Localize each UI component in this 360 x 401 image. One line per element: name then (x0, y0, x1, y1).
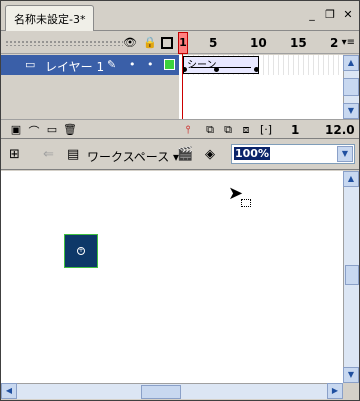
panel-grip[interactable] (5, 40, 123, 46)
scroll-right-button[interactable]: ▶ (327, 383, 343, 399)
keyframe[interactable] (254, 67, 259, 72)
scroll-down-button[interactable]: ▼ (343, 103, 359, 119)
scroll-thumb[interactable] (343, 78, 359, 96)
document-tab[interactable]: 名称未設定-3* (5, 5, 95, 31)
timeline-bottom-bar: ▣ ⌒ ▭ 🗑 ⫯ ⧉ ⧉ ⧈ [·] 1 12.0 (1, 119, 359, 139)
edit-scene-icon[interactable]: 🎬 (177, 147, 193, 162)
pencil-icon: ✎ (107, 58, 117, 71)
scrollbar-corner (343, 383, 359, 399)
ruler-number: 10 (250, 36, 267, 50)
zoom-dropdown-arrow[interactable]: ▼ (337, 146, 353, 162)
add-folder-icon[interactable]: ▭ (45, 123, 59, 136)
registration-point-icon: + (77, 247, 85, 255)
scroll-left-button[interactable]: ◀ (1, 383, 17, 399)
stage-vertical-scrollbar[interactable]: ▲ ▼ (343, 171, 359, 383)
timeline-vertical-scrollbar[interactable]: ▲ ▼ (343, 55, 359, 119)
frame-empty-area (179, 75, 343, 119)
onion-outline-icon[interactable]: ⧉ (221, 123, 235, 137)
playhead-line (182, 54, 183, 119)
current-frame: 1 (291, 123, 300, 137)
scroll-up-button[interactable]: ▲ (343, 55, 359, 71)
scroll-thumb[interactable] (141, 385, 181, 399)
frame-rate[interactable]: 12.0 (325, 123, 355, 137)
scene-icon: ▤ (67, 147, 80, 162)
center-frame-icon[interactable]: ⫯ (181, 123, 195, 137)
edit-symbol-icon[interactable]: ◈ (205, 147, 215, 162)
cursor-selection-box (241, 199, 251, 207)
onion-markers-icon[interactable]: [·] (259, 123, 273, 136)
tween-label: シーン (187, 60, 217, 71)
onion-skin-icon[interactable]: ⧉ (203, 123, 217, 137)
lock-dot-icon[interactable]: • (147, 58, 154, 71)
ruler-number: 15 (290, 36, 307, 50)
outline-icon[interactable] (161, 37, 173, 49)
document-tab-bar: 名称未設定-3* _ ❐ ✕ (1, 1, 359, 31)
edit-bar: ⊞ ⇐ ▤ ワークスペース ▾ 🎬 ◈ 100% ▼ (1, 140, 359, 170)
ruler-number: 2 (330, 36, 339, 50)
visibility-dot-icon[interactable]: • (129, 58, 136, 71)
eye-icon[interactable]: 👁 (123, 36, 137, 49)
layer-color-swatch[interactable] (164, 59, 175, 70)
back-arrow-icon[interactable]: ⇐ (43, 147, 54, 162)
close-button[interactable]: ✕ (341, 9, 355, 23)
layer-name[interactable]: レイヤー 1 (45, 58, 104, 75)
restore-button[interactable]: ❐ (323, 9, 337, 23)
minimize-button[interactable]: _ (305, 9, 319, 23)
layer-row[interactable]: ▭ レイヤー 1 ✎ • • (1, 55, 179, 75)
window-controls: _ ❐ ✕ (305, 9, 355, 23)
edit-multiple-icon[interactable]: ⧈ (239, 123, 253, 137)
ruler-number: 5 (209, 36, 218, 50)
workspace-dropdown[interactable]: ワークスペース ▾ (87, 148, 179, 165)
tween-arrow (191, 67, 251, 68)
scroll-down-button[interactable]: ▼ (343, 367, 359, 383)
zoom-value[interactable]: 100% (234, 147, 270, 160)
add-guide-layer-icon[interactable]: ⌒ (27, 123, 41, 139)
add-layer-icon[interactable]: ▣ (9, 123, 23, 136)
trash-icon[interactable]: 🗑 (63, 123, 77, 136)
playhead[interactable]: 1 (178, 32, 188, 54)
timeline-menu-icon[interactable]: ▾≡ (342, 37, 355, 48)
flash-document-window: 名称未設定-3* _ ❐ ✕ 👁 🔒 5 10 15 2 ▾≡ 1 ▭ レイヤー… (0, 0, 360, 401)
layer-page-icon: ▭ (25, 58, 36, 71)
zoom-combobox[interactable]: 100% ▼ (231, 144, 355, 164)
keyframe[interactable] (214, 67, 219, 72)
timeline-toggle-icon[interactable]: ⊞ (9, 147, 20, 162)
scroll-up-button[interactable]: ▲ (343, 171, 359, 187)
scroll-thumb[interactable] (345, 265, 359, 285)
stage-canvas[interactable] (1, 171, 343, 383)
stage-horizontal-scrollbar[interactable]: ◀ ▶ (1, 383, 343, 399)
lock-icon[interactable]: 🔒 (143, 36, 157, 49)
